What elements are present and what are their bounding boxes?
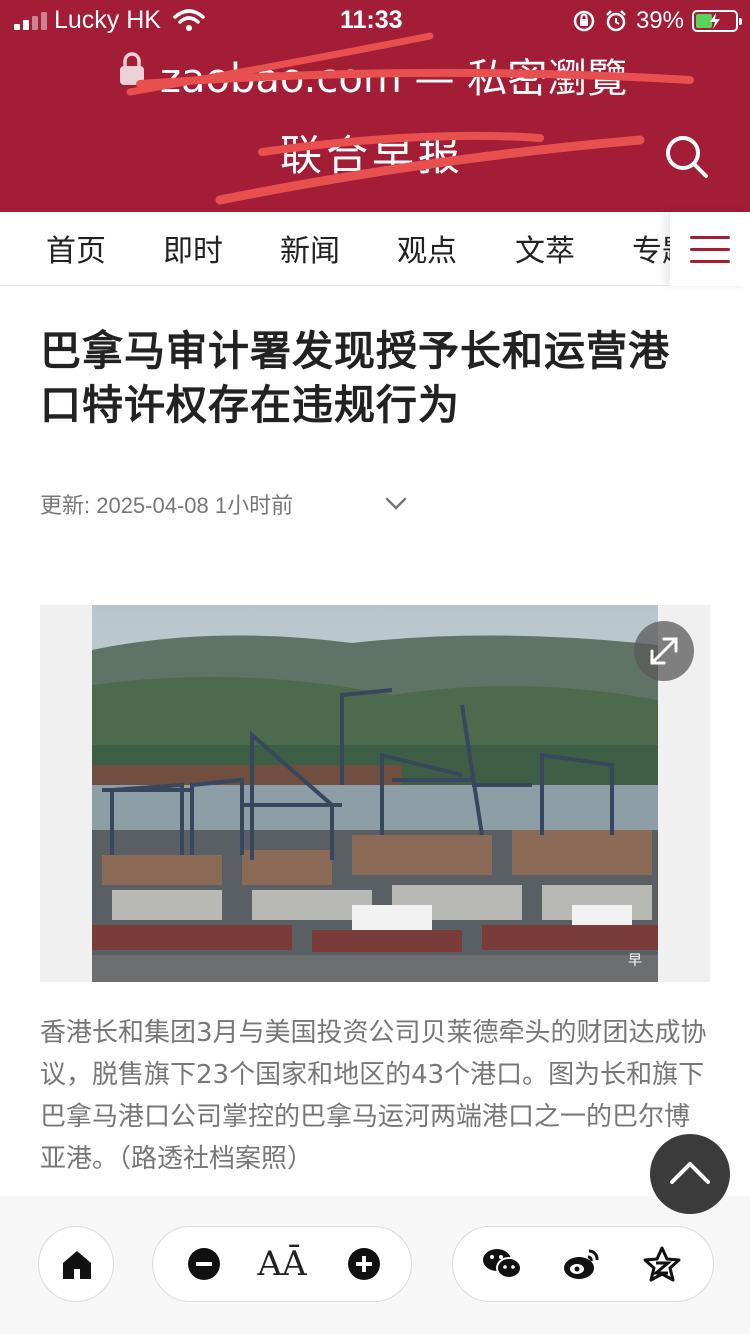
article-image-container: 早 [40, 605, 710, 982]
weibo-icon [564, 1249, 599, 1279]
home-icon [63, 1251, 91, 1279]
nav-item-opinion[interactable]: 观点 [397, 226, 457, 270]
share-controls [452, 1226, 714, 1302]
reading-controls: AĀ [152, 1226, 412, 1302]
status-bar: Lucky HK 11:33 39% [0, 0, 750, 44]
rotation-lock-icon [573, 10, 595, 32]
image-caption: 香港长和集团3月与美国投资公司贝莱德牵头的财团达成协议，脱售旗下23个国家和地区… [40, 1018, 707, 1174]
nav-item-home[interactable]: 首页 [46, 226, 106, 270]
font-size-label: AĀ [257, 1244, 307, 1284]
wifi-icon [173, 9, 205, 31]
section-nav: 首页 即时 新闻 观点 文萃 专题 [0, 212, 750, 286]
search-icon[interactable] [662, 132, 710, 180]
wechat-icon [483, 1249, 522, 1279]
expand-image-button[interactable] [634, 621, 694, 681]
alarm-icon [606, 10, 626, 32]
chevron-down-icon[interactable] [384, 496, 408, 512]
chevron-up-icon [670, 1162, 710, 1184]
nav-item-realtime[interactable]: 即时 [163, 226, 223, 270]
minus-circle-icon [188, 1248, 220, 1280]
masthead: 联合早报 [0, 110, 750, 210]
carrier-name: Lucky HK [54, 6, 161, 34]
share-wechat-button[interactable] [477, 1239, 527, 1289]
nav-item-digest[interactable]: 文萃 [515, 226, 575, 270]
star-icon [643, 1246, 681, 1282]
image-watermark: 早 [628, 953, 642, 969]
battery-icon [692, 10, 742, 32]
expand-icon [650, 637, 678, 665]
article-photo[interactable]: 早 [92, 605, 658, 982]
battery-percent: 39% [635, 7, 684, 34]
scroll-to-top-button[interactable] [650, 1134, 730, 1214]
status-time: 11:33 [340, 6, 403, 34]
nav-item-news[interactable]: 新闻 [280, 226, 340, 270]
address-bar[interactable]: zaobao.com — 私密瀏覽 [0, 40, 750, 102]
cellular-signal-icon [14, 12, 48, 30]
font-size-button[interactable]: AĀ [257, 1239, 307, 1289]
article-meta: 更新: 2025-04-08 1小时前 [40, 493, 294, 518]
top-header: Lucky HK 11:33 39% zaobao.com — 私密瀏覽 联合早… [0, 0, 750, 212]
lock-icon [120, 52, 144, 85]
site-logo[interactable]: 联合早报 [280, 122, 464, 183]
zoom-out-button[interactable] [179, 1239, 229, 1289]
home-button[interactable] [38, 1226, 114, 1302]
bottom-toolbar: AĀ [0, 1196, 750, 1334]
share-weibo-button[interactable] [557, 1239, 607, 1289]
favorite-button[interactable] [637, 1239, 687, 1289]
plus-circle-icon [348, 1248, 380, 1280]
nav-item-special[interactable]: 专题 [632, 226, 670, 270]
url-text[interactable]: zaobao.com — 私密瀏覽 [160, 46, 627, 104]
article-headline: 巴拿马审计署发现授予长和运营港口特许权存在违规行为 [40, 327, 670, 429]
zoom-in-button[interactable] [339, 1239, 389, 1289]
menu-button[interactable] [670, 212, 750, 286]
